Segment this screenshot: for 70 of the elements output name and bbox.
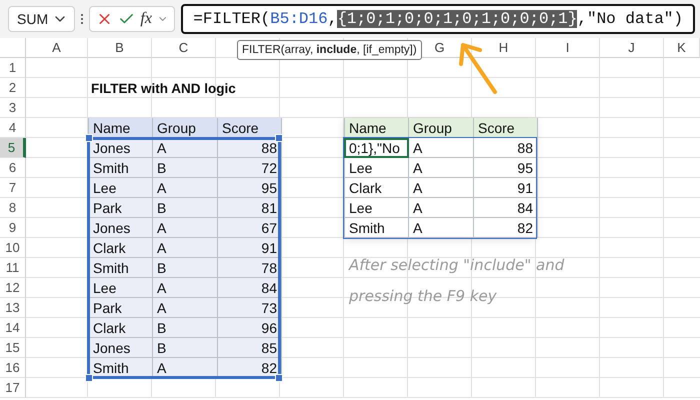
- table-cell: 72: [218, 158, 282, 178]
- table-cell: Lee: [344, 158, 409, 178]
- table-cell: Clark: [88, 318, 153, 338]
- table-cell: A: [409, 158, 474, 178]
- table-cell: A: [153, 358, 218, 378]
- table-cell: Lee: [88, 178, 153, 198]
- table-cell: 78: [218, 258, 282, 278]
- table-cell: A: [153, 238, 218, 258]
- table-cell: A: [409, 178, 474, 198]
- name-box[interactable]: SUM: [8, 6, 75, 32]
- table-cell: A: [153, 178, 218, 198]
- table-cell: 73: [218, 298, 282, 318]
- table-cell: 91: [474, 178, 538, 198]
- column-header[interactable]: K: [664, 38, 700, 58]
- column-header-cell: Name: [344, 118, 409, 138]
- selection-handle[interactable]: [275, 134, 283, 142]
- table-cell: Jones: [88, 338, 153, 358]
- selection-handle[interactable]: [85, 374, 93, 382]
- table-cell: 95: [474, 158, 538, 178]
- table-cell: Smith: [88, 358, 153, 378]
- row-header[interactable]: 5: [0, 138, 26, 158]
- table-cell: Lee: [344, 198, 409, 218]
- table-cell: Jones: [88, 138, 153, 158]
- insert-function-button[interactable]: fx: [140, 10, 152, 28]
- table-cell: 91: [218, 238, 282, 258]
- table-cell: A: [153, 278, 218, 298]
- table-cell: A: [153, 298, 218, 318]
- table-cell: B: [153, 198, 218, 218]
- table-cell: 81: [218, 198, 282, 218]
- function-tooltip: FILTER(array, include, [if_empty]): [237, 40, 422, 60]
- table-cell: 96: [218, 318, 282, 338]
- table-cell: 84: [218, 278, 282, 298]
- annotation-note: After selecting "include" and pressing the F9 key: [349, 255, 566, 307]
- column-header-cell: Score: [474, 118, 538, 138]
- table-cell: 88: [218, 138, 282, 158]
- table-cell: 82: [218, 358, 282, 378]
- formula-field[interactable]: =FILTER(B5:D16,{1;0;1;0;0;1;0;1;0;0;0;1},"No data"): [181, 4, 695, 34]
- column-header-cell: Group: [409, 118, 474, 138]
- more-icon[interactable]: [80, 14, 84, 24]
- table-cell: A: [153, 138, 218, 158]
- table-cell: Clark: [88, 238, 153, 258]
- table-cell: 85: [218, 338, 282, 358]
- table-cell: A: [409, 218, 474, 238]
- table-cell: 82: [474, 218, 538, 238]
- table-cell: Smith: [88, 158, 153, 178]
- table-cell: 84: [474, 198, 538, 218]
- table-cell: Lee: [88, 278, 153, 298]
- table-cell: Smith: [344, 218, 409, 238]
- table-cell: B: [153, 338, 218, 358]
- table-cell: Clark: [344, 178, 409, 198]
- column-header-cell: Name: [88, 118, 153, 138]
- sheet-title: FILTER with AND logic: [90, 80, 237, 98]
- column-header-cell: Score: [218, 118, 282, 138]
- table-cell: A: [409, 198, 474, 218]
- column-header-cell: Group: [153, 118, 218, 138]
- table-cell: A: [409, 138, 474, 158]
- table-cell: B: [153, 158, 218, 178]
- table-cell: B: [153, 258, 218, 278]
- selection-handle[interactable]: [85, 134, 93, 142]
- table-cell: B: [153, 318, 218, 338]
- table-cell: 95: [218, 178, 282, 198]
- selection-handle[interactable]: [275, 374, 283, 382]
- table-cell: A: [153, 218, 218, 238]
- table-cell: 88: [474, 138, 538, 158]
- table-cell: Park: [88, 298, 153, 318]
- table-cell: Smith: [88, 258, 153, 278]
- table-cell: 0;1},"No: [344, 138, 409, 158]
- table-cell: 67: [218, 218, 282, 238]
- table-cell: Jones: [88, 218, 153, 238]
- table-cell: Park: [88, 198, 153, 218]
